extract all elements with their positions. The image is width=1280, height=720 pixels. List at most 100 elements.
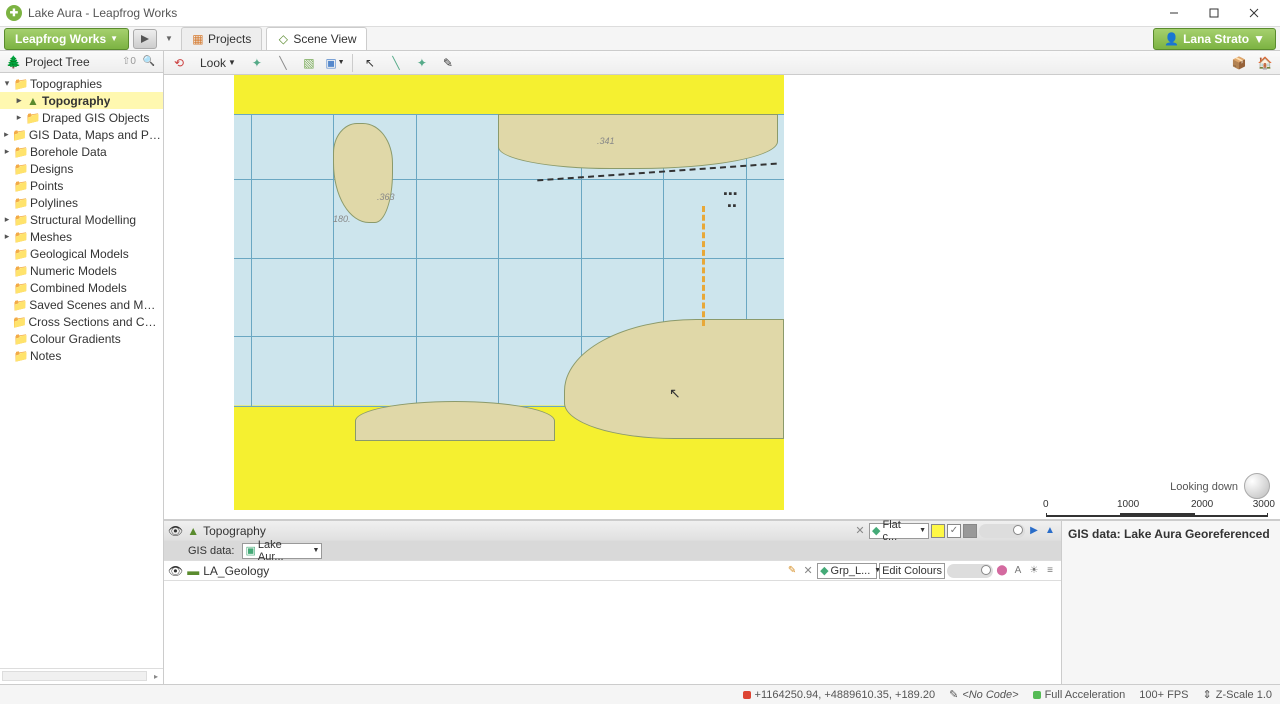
shape-name: Topography bbox=[203, 524, 266, 538]
folder-icon: 📁 bbox=[14, 146, 28, 158]
chevron-down-icon: ▼ bbox=[228, 58, 236, 67]
edit-tool[interactable]: ✎ bbox=[437, 53, 459, 73]
pencil-icon[interactable]: ✎ bbox=[785, 564, 799, 578]
palette-icon: ◆ bbox=[872, 524, 880, 537]
folder-icon: 📁 bbox=[14, 282, 28, 294]
folder-icon: 📁 bbox=[12, 316, 26, 328]
user-menu[interactable]: 👤 Lana Strato ▼ bbox=[1153, 28, 1276, 50]
zscale-control[interactable]: ⇕Z-Scale 1.0 bbox=[1203, 688, 1272, 701]
slice-button[interactable]: ▧ bbox=[298, 53, 320, 73]
tree-borehole[interactable]: ▸📁Borehole Data bbox=[0, 143, 163, 160]
line-tool[interactable]: ╲ bbox=[385, 53, 407, 73]
checkbox[interactable]: ✓ bbox=[947, 524, 961, 538]
remove-button[interactable]: ✕ bbox=[801, 564, 815, 578]
tree-polylines[interactable]: 📁Polylines bbox=[0, 194, 163, 211]
main-area: 🌲 Project Tree ⇧0 🔍 ▾📁Topographies ▸▲Top… bbox=[0, 51, 1280, 684]
color-mode-select[interactable]: ◆Flat c...▼ bbox=[869, 523, 929, 539]
scale-bar: 0 1000 20003000 bbox=[1046, 513, 1268, 517]
refresh-button[interactable]: ⟲ bbox=[168, 53, 190, 73]
ruler-button[interactable]: ╲ bbox=[272, 53, 294, 73]
tree-combined[interactable]: 📁Combined Models bbox=[0, 279, 163, 296]
group-select[interactable]: ◆Grp_L...▼ bbox=[817, 563, 877, 579]
folder-icon: 📁 bbox=[14, 180, 28, 192]
poly-tool[interactable]: ✦ bbox=[411, 53, 433, 73]
axis-icon: ✦ bbox=[252, 56, 262, 70]
brand-menu[interactable]: Leapfrog Works ▼ bbox=[4, 28, 129, 50]
tree-topography[interactable]: ▸▲Topography bbox=[0, 92, 163, 109]
project-tree-title: Project Tree bbox=[25, 55, 90, 69]
look-dropdown[interactable]: Look▼ bbox=[194, 54, 242, 72]
tab-projects[interactable]: ▦ Projects bbox=[181, 27, 262, 50]
text-icon[interactable]: A bbox=[1011, 564, 1025, 578]
folder-icon: 📁 bbox=[14, 197, 28, 209]
snapshot-button[interactable]: 📦 bbox=[1228, 53, 1250, 73]
tree-meshes[interactable]: ▸📁Meshes bbox=[0, 228, 163, 245]
tree-draped-gis[interactable]: ▸📁Draped GIS Objects bbox=[0, 109, 163, 126]
pin-icon[interactable]: ⇧0 bbox=[121, 54, 137, 70]
opacity-slider[interactable] bbox=[947, 564, 993, 578]
tree-gradients[interactable]: 📁Colour Gradients bbox=[0, 330, 163, 347]
tree-cross[interactable]: 📁Cross Sections and Contours bbox=[0, 313, 163, 330]
elev-label: .341 bbox=[597, 136, 615, 146]
statusbar: +1164250.94, +4889610.35, +189.20 ✎<No C… bbox=[0, 684, 1280, 704]
tree-gis-data[interactable]: ▸📁GIS Data, Maps and Photos bbox=[0, 126, 163, 143]
tree-notes[interactable]: 📁Notes bbox=[0, 347, 163, 364]
tree-scenes[interactable]: 📁Saved Scenes and Movies bbox=[0, 296, 163, 313]
window-title: Lake Aura - Leapfrog Works bbox=[28, 6, 1154, 20]
tree-structural[interactable]: ▸📁Structural Modelling bbox=[0, 211, 163, 228]
dropdown-more[interactable]: ▼ bbox=[161, 32, 177, 45]
tree-points[interactable]: 📁Points bbox=[0, 177, 163, 194]
close-button[interactable] bbox=[1234, 0, 1274, 27]
shape-list-body bbox=[164, 581, 1061, 684]
play-button[interactable] bbox=[133, 29, 157, 49]
maximize-button[interactable] bbox=[1194, 0, 1234, 27]
box-icon: ▣ bbox=[325, 56, 336, 70]
menu-icon[interactable]: ≡ bbox=[1043, 564, 1057, 578]
scene-viewport[interactable]: .363 .341 180. ▪▪▪ ▪▪ ↖ Looking down 0 1… bbox=[164, 75, 1280, 519]
up-icon[interactable]: ▲ bbox=[1043, 524, 1057, 538]
remove-button[interactable]: ✕ bbox=[853, 524, 867, 538]
tree-topographies[interactable]: ▾📁Topographies bbox=[0, 75, 163, 92]
shape-name: LA_Geology bbox=[203, 564, 269, 578]
edit-colours-button[interactable]: Edit Colours bbox=[879, 563, 945, 579]
tree-geo-models[interactable]: 📁Geological Models bbox=[0, 245, 163, 262]
tag-icon[interactable]: ⬤ bbox=[995, 564, 1009, 578]
light-icon[interactable]: ☀ bbox=[1027, 564, 1041, 578]
code-display[interactable]: ✎<No Code> bbox=[949, 688, 1018, 701]
elev-label: .363 bbox=[377, 192, 395, 202]
accel-display: Full Acceleration bbox=[1033, 689, 1126, 701]
scene-toolbar: ⟲ Look▼ ✦ ╲ ▧ ▣▼ ↖ ╲ ✦ ✎ 📦 🏠 bbox=[164, 51, 1280, 75]
eye-icon[interactable]: 👁 bbox=[168, 564, 183, 578]
refresh-icon: ⟲ bbox=[174, 56, 184, 70]
box-dropdown[interactable]: ▣▼ bbox=[324, 53, 346, 73]
view-orientation[interactable] bbox=[1244, 473, 1270, 499]
minimize-button[interactable] bbox=[1154, 0, 1194, 27]
shape-panel: 👁 ▲ Topography ✕ ◆Flat c...▼ ✓ ▶ ▲ bbox=[164, 519, 1280, 684]
chevron-down-icon: ▼ bbox=[1253, 32, 1265, 46]
gray-chip[interactable] bbox=[963, 524, 977, 538]
tree-num-models[interactable]: 📁Numeric Models bbox=[0, 262, 163, 279]
folder-icon: 📁 bbox=[13, 299, 27, 311]
shape-list-la-geology[interactable]: 👁 ▬ LA_Geology ✎ ✕ ◆Grp_L...▼ Edit Colou… bbox=[164, 561, 1061, 581]
folder-icon: 📁 bbox=[26, 112, 40, 124]
tree-designs[interactable]: 📁Designs bbox=[0, 160, 163, 177]
eye-icon[interactable]: 👁 bbox=[168, 524, 183, 538]
color-chip[interactable] bbox=[931, 524, 945, 538]
gis-data-row[interactable]: GIS data: ▣Lake Aur...▼ bbox=[164, 541, 1061, 561]
axis-button[interactable]: ✦ bbox=[246, 53, 268, 73]
search-icon[interactable]: 🔍 bbox=[141, 54, 157, 70]
gis-select[interactable]: ▣Lake Aur...▼ bbox=[242, 543, 322, 559]
opacity-slider[interactable] bbox=[979, 524, 1025, 538]
tab-scene-view[interactable]: ◇ Scene View bbox=[266, 27, 367, 50]
gis-label: GIS data: bbox=[188, 545, 234, 557]
folder-icon: 📁 bbox=[14, 163, 28, 175]
chevron-down-icon: ▼ bbox=[110, 34, 118, 43]
play-icon[interactable]: ▶ bbox=[1027, 524, 1041, 538]
app-icon: ✚ bbox=[6, 5, 22, 21]
select-tool[interactable]: ↖ bbox=[359, 53, 381, 73]
poly-icon: ✦ bbox=[417, 56, 427, 70]
home-button[interactable]: 🏠 bbox=[1254, 53, 1276, 73]
sidebar-scrollbar[interactable]: ▸ bbox=[0, 668, 163, 684]
project-tree[interactable]: ▾📁Topographies ▸▲Topography ▸📁Draped GIS… bbox=[0, 73, 163, 668]
map-render: .363 .341 180. ▪▪▪ ▪▪ bbox=[234, 75, 784, 510]
